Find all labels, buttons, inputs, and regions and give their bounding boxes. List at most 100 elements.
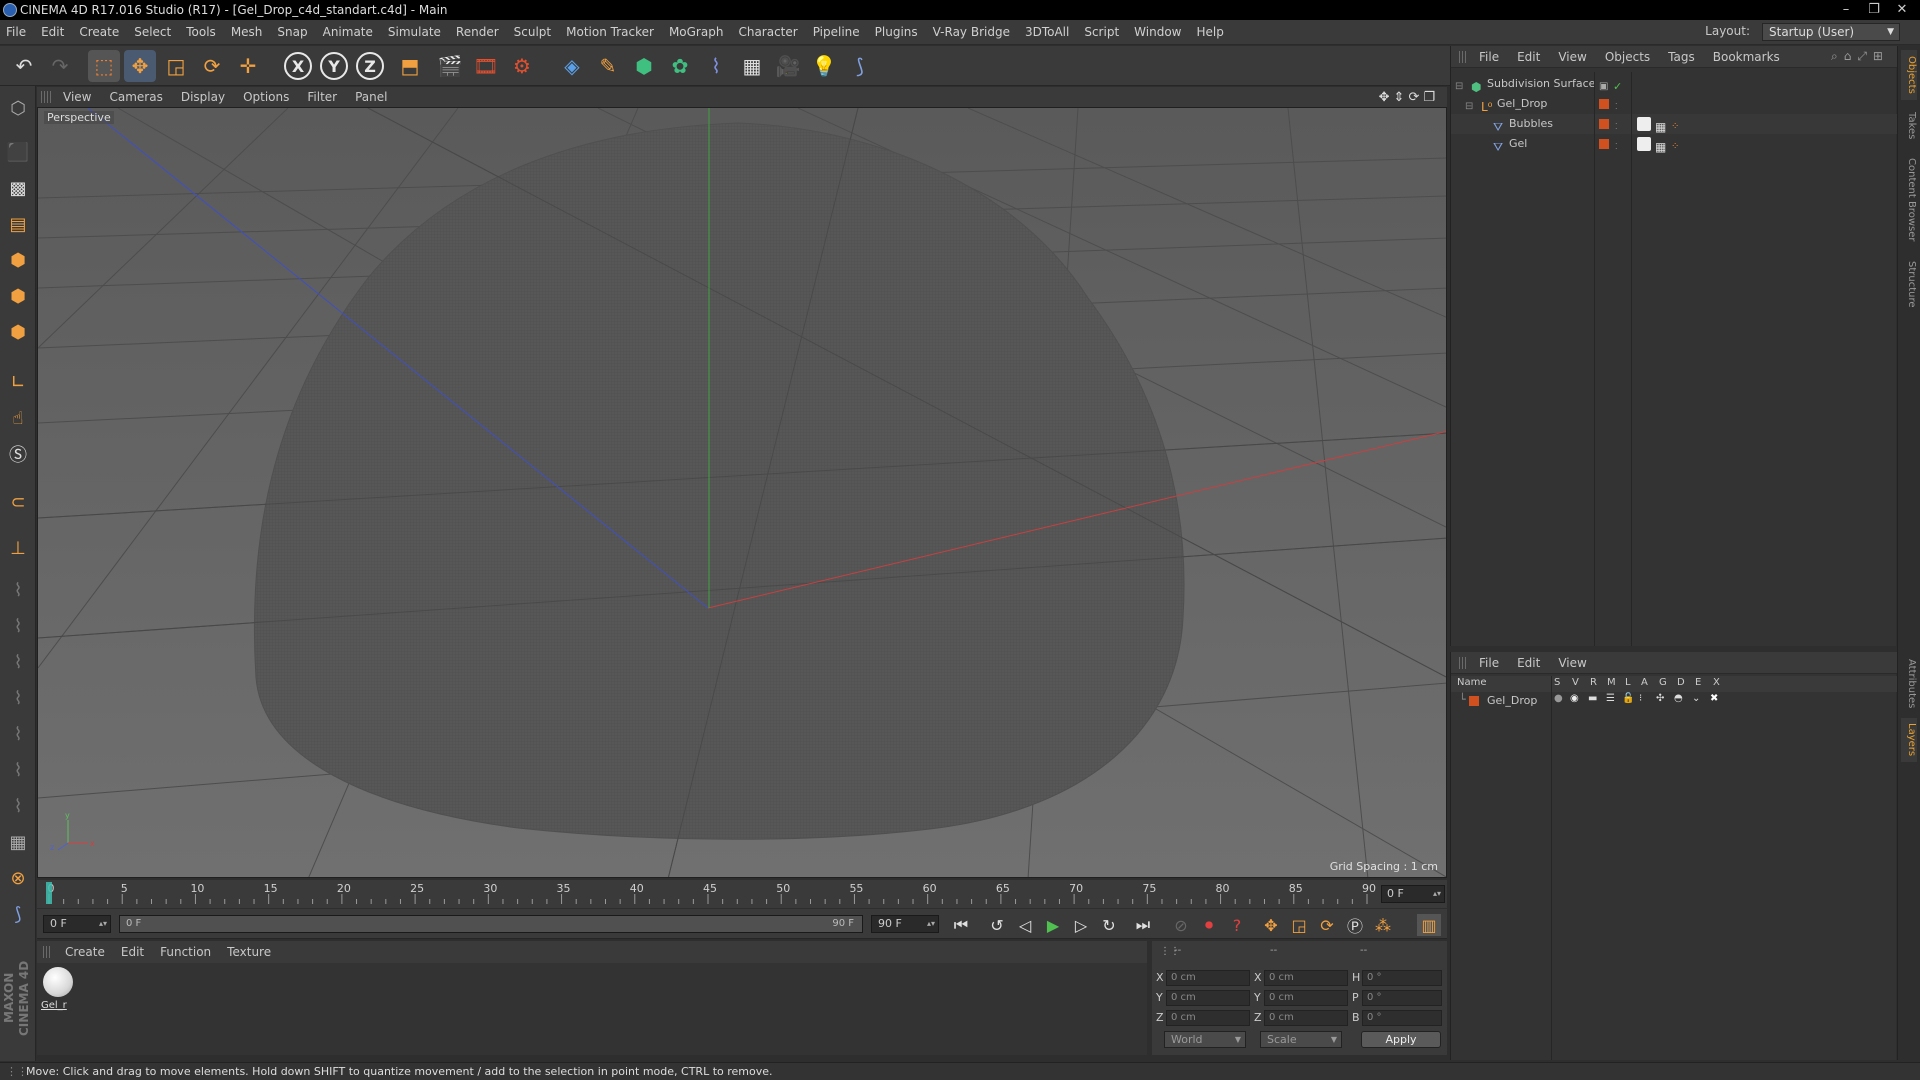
layer-col-name[interactable]: Name xyxy=(1457,677,1487,688)
redo-icon[interactable]: ↷ xyxy=(44,50,76,82)
objects-menu-tags[interactable]: Tags xyxy=(1668,50,1695,64)
start-frame-field[interactable]: 0 F ▴▾ xyxy=(43,915,111,933)
lock-icon[interactable]: 🔓 xyxy=(1622,693,1634,704)
spinner-icon[interactable]: ▴▾ xyxy=(1433,886,1441,902)
checker-lock-icon[interactable]: ▦ xyxy=(4,828,32,856)
menu-help[interactable]: Help xyxy=(1196,25,1223,39)
layer-col-animation[interactable]: A xyxy=(1641,677,1648,688)
menu-render[interactable]: Render xyxy=(456,25,499,39)
menu-character[interactable]: Character xyxy=(738,25,797,39)
rot-b-field[interactable]: 0 ° xyxy=(1362,1010,1442,1026)
menu-vray-bridge[interactable]: V-Ray Bridge xyxy=(933,25,1010,39)
menu-file[interactable]: File xyxy=(6,25,26,39)
playhead[interactable] xyxy=(46,882,52,904)
layer-col-generators[interactable]: G xyxy=(1659,677,1667,688)
maximize-button[interactable]: ❐ xyxy=(1860,0,1888,20)
objects-menu-bookmarks[interactable]: Bookmarks xyxy=(1713,50,1780,64)
spinner-icon[interactable]: ▴▾ xyxy=(927,916,935,932)
viewport-navigation-icons[interactable]: ✥⇕⟳❐ xyxy=(1379,90,1439,105)
key-position-icon[interactable]: ✥ xyxy=(1259,914,1283,936)
coordinate-system-icon[interactable]: ⬒ xyxy=(394,50,426,82)
viewport-menu-panel[interactable]: Panel xyxy=(355,90,387,104)
menu-snap[interactable]: Snap xyxy=(277,25,307,39)
material-swatch[interactable] xyxy=(43,967,73,997)
viewport-menu-display[interactable]: Display xyxy=(181,90,225,104)
tree-row[interactable]: ⊟ ⬢ Subdivision Surface ▣ ✓ xyxy=(1451,74,1897,94)
rot-h-field[interactable]: 0 ° xyxy=(1362,970,1442,986)
object-name[interactable]: Bubbles xyxy=(1509,114,1553,134)
y-axis-lock-icon[interactable]: Y xyxy=(320,52,348,80)
panel-grip[interactable] xyxy=(1459,50,1467,63)
material-menu-function[interactable]: Function xyxy=(160,945,211,959)
material-menu-texture[interactable]: Texture xyxy=(227,945,271,959)
viewport-menu-filter[interactable]: Filter xyxy=(307,90,337,104)
deformer-bend-icon[interactable]: ⌇ xyxy=(700,50,732,82)
tree-row[interactable]: ⛛ Bubbles ⁚ ▦ ⁘ xyxy=(1451,114,1897,134)
key-rotation-icon[interactable]: ⟳ xyxy=(1315,914,1339,936)
render-view-icon[interactable]: 🎬 xyxy=(434,50,466,82)
layers-menu-view[interactable]: View xyxy=(1558,656,1586,670)
objects-menu-objects[interactable]: Objects xyxy=(1605,50,1650,64)
menu-window[interactable]: Window xyxy=(1134,25,1181,39)
key-scale-icon[interactable]: ◲ xyxy=(1287,914,1311,936)
menu-pipeline[interactable]: Pipeline xyxy=(813,25,860,39)
solo-dot-icon[interactable]: ● xyxy=(1554,693,1563,704)
generator-icon[interactable]: ✣ xyxy=(1656,693,1664,704)
size-mode-dropdown[interactable]: Scale ▼ xyxy=(1260,1031,1342,1048)
layer-color-swatch[interactable] xyxy=(1599,139,1609,149)
tab-attributes[interactable]: Attributes xyxy=(1901,654,1917,714)
autokey-icon[interactable]: ⏺ xyxy=(1197,914,1221,936)
column-divider[interactable] xyxy=(1551,676,1552,1060)
menu-select[interactable]: Select xyxy=(134,25,171,39)
viewport-menu-options[interactable]: Options xyxy=(243,90,289,104)
brush-r-icon[interactable]: ⌇ xyxy=(4,648,32,676)
panel-grip[interactable] xyxy=(43,946,51,958)
cube-primitive-icon[interactable]: ◈ xyxy=(556,50,588,82)
subdivision-surface-icon[interactable]: ⬢ xyxy=(628,50,660,82)
layers-menu-file[interactable]: File xyxy=(1479,656,1499,670)
brush-extra-icon[interactable]: ⌇ xyxy=(4,792,32,820)
solo-icon[interactable]: ⊗ xyxy=(4,864,32,892)
layer-col-view[interactable]: V xyxy=(1572,677,1579,688)
end-frame-field[interactable]: 90 F ▴▾ xyxy=(871,915,939,933)
objects-menu-edit[interactable]: Edit xyxy=(1517,50,1540,64)
objects-menu-view[interactable]: View xyxy=(1558,50,1586,64)
tab-takes[interactable]: Takes xyxy=(1901,106,1917,146)
expression-icon[interactable]: ⌄ xyxy=(1692,693,1700,704)
menu-plugins[interactable]: Plugins xyxy=(875,25,918,39)
menu-tools[interactable]: Tools xyxy=(186,25,216,39)
current-frame-field[interactable]: 0 F ▴▾ xyxy=(1381,885,1445,903)
size-z-field[interactable]: 0 cm xyxy=(1264,1010,1348,1026)
go-to-start-icon[interactable]: ⏮ xyxy=(949,914,973,936)
snap-icon[interactable]: Ⓢ xyxy=(4,440,32,468)
menu-sculpt[interactable]: Sculpt xyxy=(514,25,551,39)
gel-drop-mesh[interactable] xyxy=(253,122,1185,840)
3d-viewport[interactable]: y x z Perspective Grid Spacing : 1 cm xyxy=(37,107,1447,878)
tweak-mode-icon[interactable]: ☝ xyxy=(4,404,32,432)
tab-layers[interactable]: Layers xyxy=(1901,718,1917,762)
menu-edit[interactable]: Edit xyxy=(41,25,64,39)
xref-icon[interactable]: ✖ xyxy=(1710,693,1718,704)
key-parameter-icon[interactable]: Ⓟ xyxy=(1343,914,1367,936)
axis-mode-icon[interactable]: ∟ xyxy=(4,368,32,396)
previous-frame-icon[interactable]: ◁ xyxy=(1013,914,1037,936)
rotate-tool-icon[interactable]: ⟳ xyxy=(196,50,228,82)
object-name[interactable]: Gel xyxy=(1509,134,1527,154)
viewport-menu-cameras[interactable]: Cameras xyxy=(109,90,162,104)
spline-pen-icon[interactable]: ✎ xyxy=(592,50,624,82)
floor-scene-icon[interactable]: ▦ xyxy=(736,50,768,82)
layout-dropdown[interactable]: Startup (User) ▼ xyxy=(1762,23,1900,41)
size-x-field[interactable]: 0 cm xyxy=(1264,970,1348,986)
undo-icon[interactable]: ↶ xyxy=(8,50,40,82)
search-home-icons[interactable]: ⌕⌂⤢⊞ xyxy=(1831,49,1889,64)
make-editable-icon[interactable]: ⬡ xyxy=(4,94,32,122)
python-icon[interactable]: ⟆ xyxy=(4,900,32,928)
move-tool-icon[interactable]: ✥ xyxy=(124,50,156,82)
close-button[interactable]: ✕ xyxy=(1888,0,1916,20)
brush-smooth-icon[interactable]: ⌇ xyxy=(4,720,32,748)
edges-mode-icon[interactable]: ⬢ xyxy=(4,282,32,310)
coordinate-mode-dropdown[interactable]: World ▼ xyxy=(1164,1031,1246,1048)
menu-animate[interactable]: Animate xyxy=(323,25,373,39)
menu-mesh[interactable]: Mesh xyxy=(231,25,263,39)
layer-col-manager[interactable]: M xyxy=(1607,677,1616,688)
